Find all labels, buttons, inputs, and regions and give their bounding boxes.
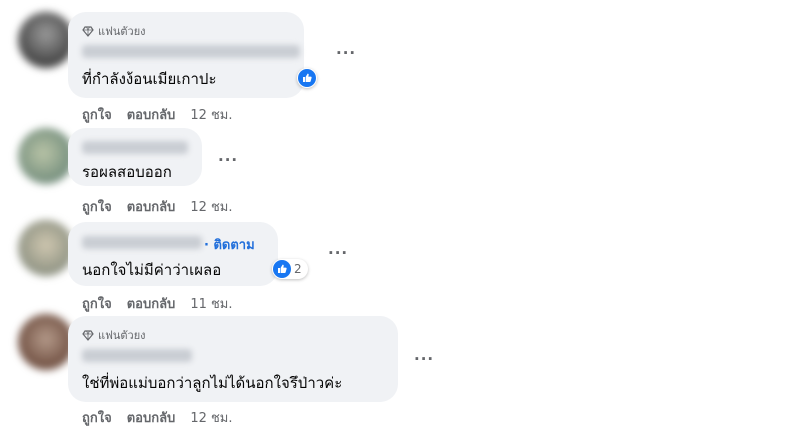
timestamp[interactable]: 12 ชม. (190, 407, 232, 427)
reply-button[interactable]: ตอบกลับ (127, 104, 176, 125)
timestamp[interactable]: 12 ชม. (190, 196, 232, 217)
comment-actions: ถูกใจ ตอบกลับ 12 ชม. (82, 104, 233, 125)
comment-bubble: แฟนตัวยง ใช่ที่พ่อแม่บอกว่าลูกไม่ได้นอกใ… (68, 316, 398, 402)
comment-actions: ถูกใจ ตอบกลับ 11 ชม. (82, 293, 233, 314)
comment-bubble: รอผลสอบออก (68, 128, 202, 186)
diamond-icon (82, 25, 94, 37)
comment-bubble: แฟนตัวยง ที่กำลังง้อนเมียเกาปะ (68, 12, 304, 98)
like-button[interactable]: ถูกใจ (82, 196, 112, 217)
top-fan-badge: แฟนตัวยง (82, 22, 146, 40)
more-options-icon[interactable]: ··· (336, 44, 356, 62)
avatar[interactable] (18, 314, 74, 370)
comment-actions: ถูกใจ ตอบกลับ 12 ชม. (82, 407, 233, 427)
avatar[interactable] (18, 12, 74, 68)
comment-text: ที่กำลังง้อนเมียเกาปะ (82, 70, 217, 88)
badge-label: แฟนตัวยง (98, 25, 146, 38)
comment-thread: แฟนตัวยง ที่กำลังง้อนเมียเกาปะ ··· ถูกใจ… (0, 0, 800, 427)
comment-text: ใช่ที่พ่อแม่บอกว่าลูกไม่ได้นอกใจรึป่าวค่… (82, 374, 343, 392)
author-name[interactable] (82, 236, 202, 249)
reply-button[interactable]: ตอบกลับ (127, 196, 176, 217)
follow-link[interactable]: · ติดตาม (204, 234, 255, 255)
like-reaction-icon (273, 260, 291, 278)
avatar[interactable] (18, 128, 74, 184)
avatar[interactable] (18, 220, 74, 276)
reply-button[interactable]: ตอบกลับ (127, 407, 176, 427)
comment-bubble: · ติดตาม นอกใจไม่มีค่าว่าเผลอ (68, 222, 278, 286)
more-options-icon[interactable]: ··· (328, 244, 348, 262)
author-name[interactable] (82, 141, 188, 154)
comment-text: นอกใจไม่มีค่าว่าเผลอ (82, 261, 222, 279)
timestamp[interactable]: 12 ชม. (190, 104, 232, 125)
like-reaction-icon (298, 69, 316, 87)
more-options-icon[interactable]: ··· (414, 350, 434, 368)
diamond-icon (82, 329, 94, 341)
author-name[interactable] (82, 349, 192, 362)
like-button[interactable]: ถูกใจ (82, 293, 112, 314)
author-name[interactable] (82, 45, 300, 58)
badge-label: แฟนตัวยง (98, 329, 146, 342)
reaction-summary[interactable]: 2 (272, 259, 308, 279)
top-fan-badge: แฟนตัวยง (82, 326, 146, 344)
reaction-count: 2 (294, 262, 302, 276)
like-button[interactable]: ถูกใจ (82, 104, 112, 125)
timestamp[interactable]: 11 ชม. (190, 293, 232, 314)
comment-actions: ถูกใจ ตอบกลับ 12 ชม. (82, 196, 233, 217)
like-button[interactable]: ถูกใจ (82, 407, 112, 427)
more-options-icon[interactable]: ··· (218, 151, 238, 169)
reply-button[interactable]: ตอบกลับ (127, 293, 176, 314)
reaction-summary[interactable] (297, 68, 317, 88)
comment-text: รอผลสอบออก (82, 163, 172, 181)
